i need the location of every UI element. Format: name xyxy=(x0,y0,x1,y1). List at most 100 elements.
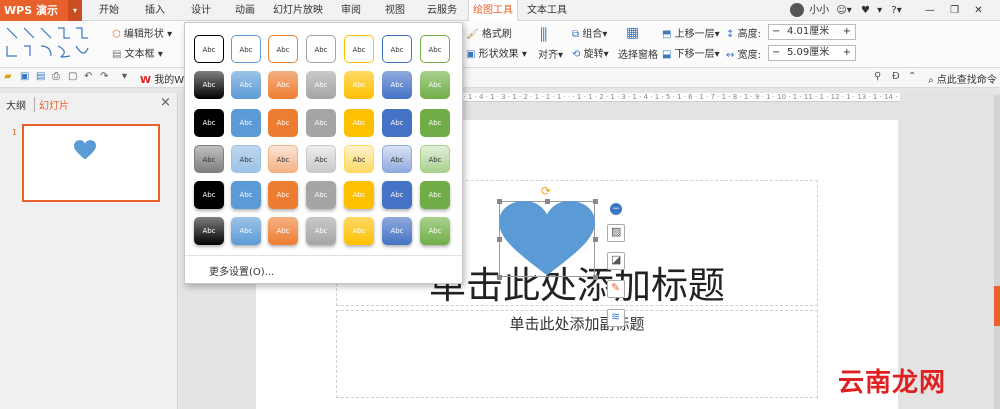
tab-text-tools[interactable]: 文本工具 xyxy=(522,0,572,21)
align-icon[interactable]: ⫼ xyxy=(540,25,547,45)
tab-review[interactable]: 审阅 xyxy=(334,0,368,21)
minimize-window-icon[interactable]: — xyxy=(925,5,935,16)
bring-forward-button[interactable]: ⬒ 上移一层▾ xyxy=(662,25,720,40)
tab-slideshow[interactable]: 幻灯片放映 xyxy=(268,0,328,21)
shape-style-swatch[interactable]: Abc xyxy=(306,109,336,137)
resize-handle[interactable] xyxy=(497,199,502,204)
shape-style-swatch[interactable]: Abc xyxy=(306,71,336,99)
line-shapes-icon[interactable] xyxy=(4,24,99,62)
select-pane-button[interactable]: 选择窗格 xyxy=(618,46,658,61)
shape-style-swatch[interactable]: Abc xyxy=(420,145,450,173)
pin-icon[interactable]: ⚲ xyxy=(874,71,881,82)
width-stepper[interactable]: − 5.09厘米 + xyxy=(768,45,856,61)
shape-style-swatch[interactable]: Abc xyxy=(382,35,412,63)
subtitle-placeholder-text[interactable]: 单击此处添加副标题 xyxy=(336,313,818,334)
shape-style-swatch[interactable]: Abc xyxy=(268,109,298,137)
restore-window-icon[interactable]: ❐ xyxy=(950,5,959,16)
shape-style-swatch[interactable]: Abc xyxy=(306,217,336,245)
resize-handle[interactable] xyxy=(593,275,598,280)
shape-style-swatch[interactable]: Abc xyxy=(306,181,336,209)
tab-cloud[interactable]: 云服务 xyxy=(420,0,464,21)
shape-style-swatch[interactable]: Abc xyxy=(231,181,261,209)
shape-style-swatch[interactable]: Abc xyxy=(344,181,374,209)
shape-effect-button[interactable]: ▣ 形状效果 ▾ xyxy=(466,45,527,60)
shape-style-swatch[interactable]: Abc xyxy=(420,217,450,245)
shape-style-swatch[interactable]: Abc xyxy=(194,71,224,99)
format-brush-button[interactable]: 🖌 格式刷 xyxy=(466,25,512,40)
shape-style-swatch[interactable]: Abc xyxy=(231,217,261,245)
customize-qat-icon[interactable]: ▾ xyxy=(122,71,127,82)
text-box-button[interactable]: ▤ 文本框 ▾ xyxy=(112,45,163,60)
speaker-notes-icon[interactable]: Ð xyxy=(892,71,900,82)
shape-style-swatch[interactable]: Abc xyxy=(268,71,298,99)
shape-style-swatch[interactable]: Abc xyxy=(420,71,450,99)
edit-shape-button[interactable]: ⬡ 编辑形状 ▾ xyxy=(112,25,172,40)
resize-handle[interactable] xyxy=(497,237,502,242)
shape-style-swatch[interactable]: Abc xyxy=(382,71,412,99)
height-input[interactable]: 4.01厘米 xyxy=(787,25,829,39)
shape-style-swatch[interactable]: Abc xyxy=(382,145,412,173)
shape-style-swatch[interactable]: Abc xyxy=(306,145,336,173)
open-folder-icon[interactable]: ▰ xyxy=(4,71,12,82)
shape-style-swatch[interactable]: Abc xyxy=(382,181,412,209)
send-backward-button[interactable]: ⬓ 下移一层▾ xyxy=(662,45,720,60)
shape-style-swatch[interactable]: Abc xyxy=(194,217,224,245)
shape-style-swatch[interactable]: Abc xyxy=(194,181,224,209)
layers-icon[interactable]: ≋ xyxy=(607,309,625,327)
more-settings-item[interactable]: 更多设置(O)... xyxy=(185,255,462,283)
app-menu-button[interactable]: WPS 演示 ▾ xyxy=(0,0,82,21)
shape-style-swatch[interactable]: Abc xyxy=(231,35,261,63)
shape-style-swatch[interactable]: Abc xyxy=(382,109,412,137)
tab-insert[interactable]: 插入 xyxy=(138,0,172,21)
shape-style-swatch[interactable]: Abc xyxy=(344,145,374,173)
line-shapes-gallery[interactable] xyxy=(4,24,99,62)
close-panel-icon[interactable]: × xyxy=(160,95,171,110)
collapse-mini-toolbar-icon[interactable]: − xyxy=(610,203,622,215)
tab-animation[interactable]: 动画 xyxy=(228,0,262,21)
shirt-icon[interactable]: ▾ xyxy=(877,5,882,16)
shape-style-swatch[interactable]: Abc xyxy=(231,71,261,99)
resize-handle[interactable] xyxy=(497,275,502,280)
slide-thumbnail[interactable] xyxy=(22,124,160,202)
shape-style-swatch[interactable]: Abc xyxy=(344,217,374,245)
shape-style-swatch[interactable]: Abc xyxy=(194,35,224,63)
collapse-ribbon-icon[interactable]: ⌃ xyxy=(908,71,916,82)
shape-style-swatch[interactable]: Abc xyxy=(420,35,450,63)
shape-style-swatch[interactable]: Abc xyxy=(268,217,298,245)
align-button[interactable]: 对齐▾ xyxy=(538,46,563,61)
shape-style-swatch[interactable]: Abc xyxy=(231,145,261,173)
shape-style-swatch[interactable]: Abc xyxy=(268,35,298,63)
shape-fill-icon[interactable]: ▨ xyxy=(607,224,625,242)
tab-drawing-tools[interactable]: 绘图工具 xyxy=(468,0,518,22)
resize-handle[interactable] xyxy=(545,199,550,204)
skin-icon[interactable]: ♥ xyxy=(861,5,870,16)
print-preview-icon[interactable]: ▢ xyxy=(68,71,77,82)
print-icon[interactable]: ⎙ xyxy=(52,71,60,82)
app-menu-arrow-icon[interactable]: ▾ xyxy=(68,0,82,21)
width-increment-button[interactable]: + xyxy=(843,46,851,60)
select-pane-icon[interactable]: ▦ xyxy=(626,25,639,41)
shape-style-swatch[interactable]: Abc xyxy=(194,109,224,137)
shape-style-swatch[interactable]: Abc xyxy=(420,181,450,209)
rotate-handle-icon[interactable]: ⟳ xyxy=(541,184,551,198)
width-input[interactable]: 5.09厘米 xyxy=(787,46,829,60)
shape-style-swatch[interactable]: Abc xyxy=(344,109,374,137)
group-button[interactable]: ⧉ 组合▾ xyxy=(572,25,607,40)
shape-style-swatch[interactable]: Abc xyxy=(231,109,261,137)
status-icon[interactable]: ☺▾ xyxy=(836,5,851,16)
tab-design[interactable]: 设计 xyxy=(184,0,218,21)
sidebar-toggle-tab[interactable] xyxy=(994,286,1000,326)
help-icon[interactable]: ?▾ xyxy=(891,5,901,16)
redo-icon[interactable]: ↷ xyxy=(100,71,108,82)
height-increment-button[interactable]: + xyxy=(843,25,851,39)
tab-home[interactable]: 开始 xyxy=(92,0,126,21)
save-icon[interactable]: ▣ xyxy=(20,71,29,82)
paint-bucket-icon[interactable]: ◪ xyxy=(607,252,625,270)
shape-style-swatch[interactable]: Abc xyxy=(268,145,298,173)
width-decrement-button[interactable]: − xyxy=(772,46,780,60)
tab-outline[interactable]: 大纲 xyxy=(6,97,26,112)
shape-style-swatch[interactable]: Abc xyxy=(306,35,336,63)
tab-view[interactable]: 视图 xyxy=(378,0,412,21)
resize-handle[interactable] xyxy=(593,237,598,242)
rotate-button[interactable]: ⟲ 旋转▾ xyxy=(572,45,609,60)
